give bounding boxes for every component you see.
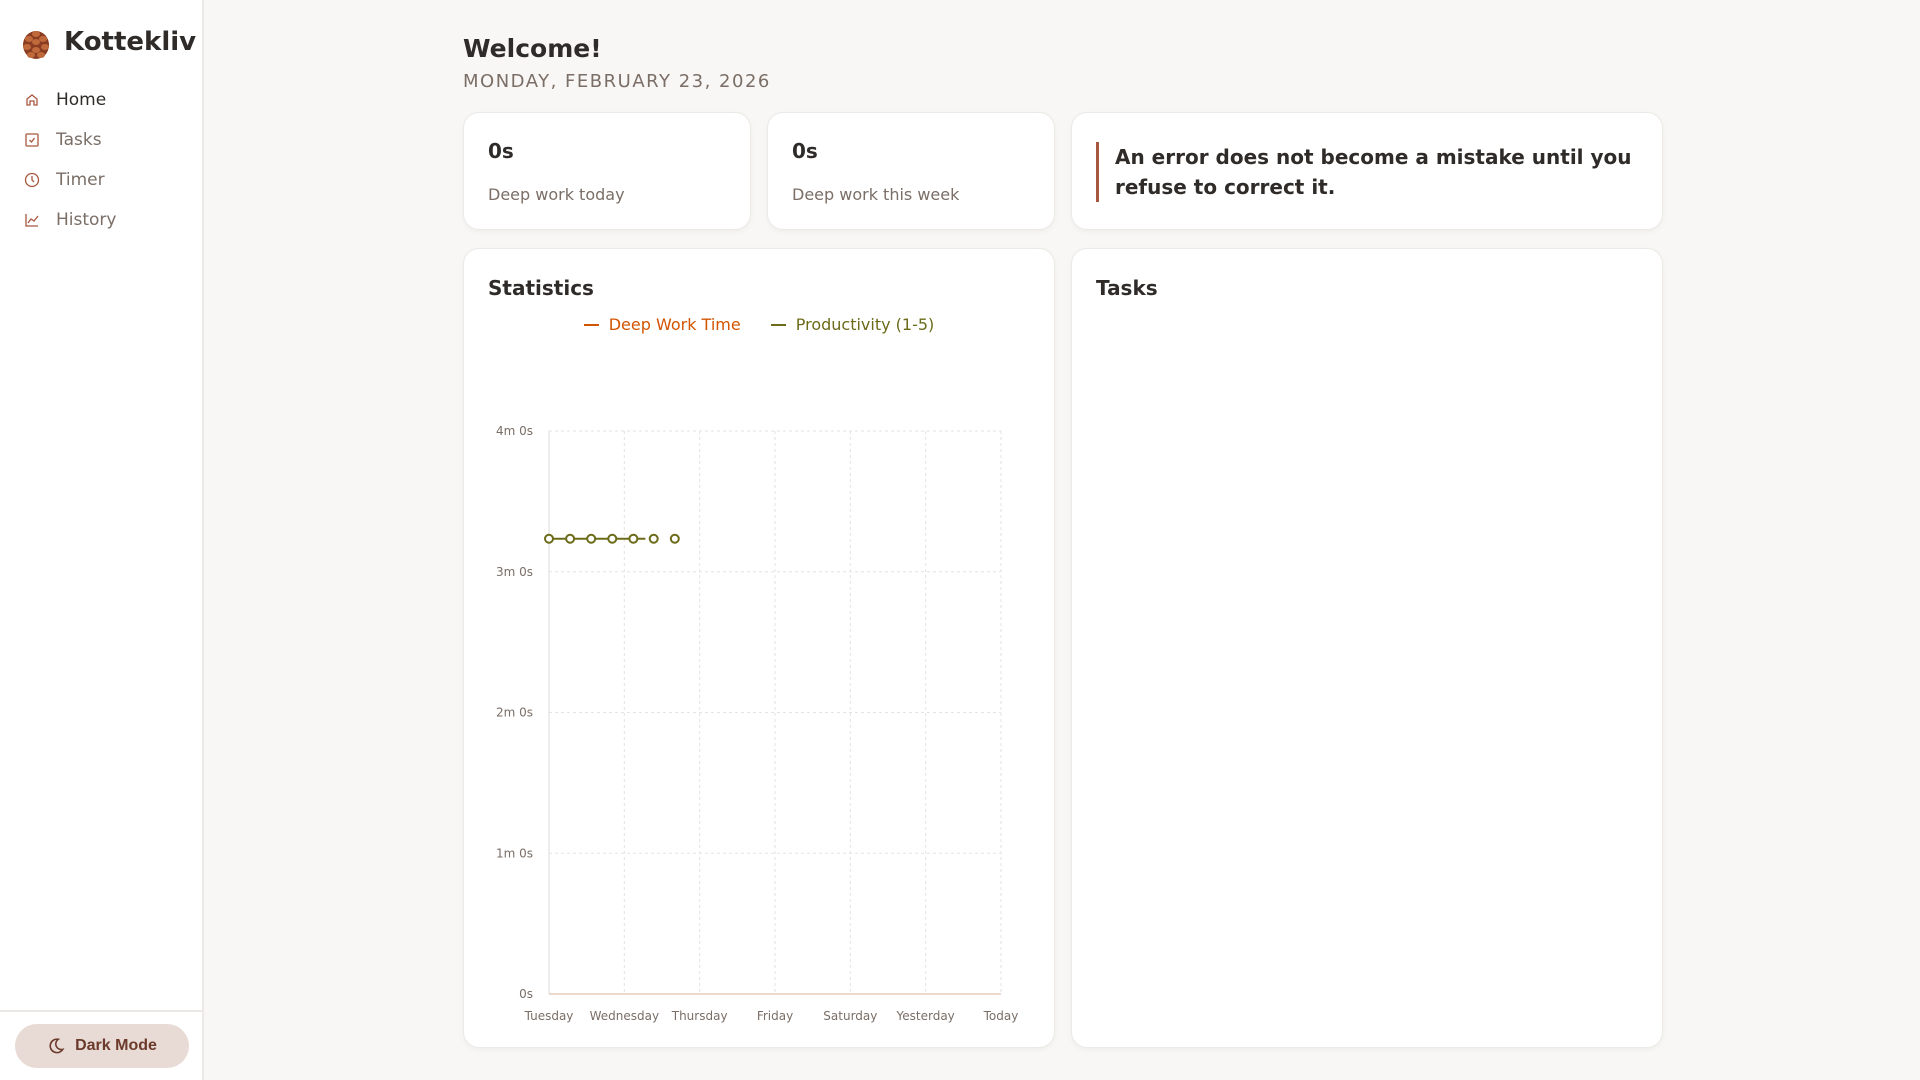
stat-value: 0s bbox=[792, 139, 818, 163]
moon-icon bbox=[49, 1038, 65, 1054]
y-tick-label: 4m 0s bbox=[496, 424, 533, 438]
page-title: Welcome! bbox=[463, 34, 602, 63]
x-tick-label: Thursday bbox=[671, 1009, 728, 1023]
sidebar-item-home[interactable]: Home bbox=[0, 80, 202, 120]
tasks-title: Tasks bbox=[1096, 276, 1158, 300]
pinecone-logo-icon bbox=[23, 31, 49, 59]
y-tick-label: 2m 0s bbox=[496, 706, 533, 720]
sidebar-nav: Home Tasks Timer History bbox=[0, 80, 202, 240]
chart-line-icon bbox=[25, 214, 39, 227]
productivity-point bbox=[565, 533, 576, 544]
current-date: MONDAY, FEBRUARY 23, 2026 bbox=[463, 71, 771, 92]
check-square-icon bbox=[25, 133, 39, 147]
sidebar-footer: Dark Mode bbox=[0, 1010, 202, 1080]
x-tick-label: Saturday bbox=[823, 1009, 877, 1023]
x-tick-label: Yesterday bbox=[896, 1009, 955, 1023]
y-tick-label: 1m 0s bbox=[496, 846, 533, 860]
stat-value: 0s bbox=[488, 139, 514, 163]
sidebar-item-label: Timer bbox=[56, 170, 105, 190]
statistics-card: Statistics Deep Work Time Productivity (… bbox=[463, 248, 1055, 1048]
sidebar-item-timer[interactable]: Timer bbox=[0, 160, 202, 200]
stat-card-week: 0s Deep work this week bbox=[767, 112, 1055, 230]
home-icon bbox=[26, 94, 38, 106]
stat-card-today: 0s Deep work today bbox=[463, 112, 751, 230]
dark-mode-label: Dark Mode bbox=[75, 1037, 157, 1054]
x-tick-label: Today bbox=[983, 1009, 1019, 1023]
productivity-point bbox=[648, 533, 659, 544]
productivity-point bbox=[628, 533, 639, 544]
quote-text: An error does not become a mistake until… bbox=[1096, 142, 1638, 202]
sidebar-item-label: Tasks bbox=[56, 130, 102, 150]
sidebar-item-tasks[interactable]: Tasks bbox=[0, 120, 202, 160]
sidebar-item-history[interactable]: History bbox=[0, 200, 202, 240]
productivity-point bbox=[607, 533, 618, 544]
clock-icon bbox=[24, 172, 40, 188]
sidebar: Kottekliv Home Tasks Timer History Dark … bbox=[0, 0, 204, 1080]
statistics-chart: 0s 1m 0s 2m 0s 3m 0s 4m 0s Tuesday Wednesday Th… bbox=[496, 424, 1019, 1023]
app-name: Kottekliv bbox=[64, 27, 197, 57]
x-tick-label: Tuesday bbox=[524, 1009, 574, 1023]
tasks-card: Tasks bbox=[1071, 248, 1663, 1048]
sidebar-item-label: Home bbox=[56, 90, 107, 110]
x-tick-label: Friday bbox=[757, 1009, 793, 1023]
dark-mode-button[interactable]: Dark Mode bbox=[15, 1024, 189, 1068]
stat-label: Deep work this week bbox=[792, 185, 960, 204]
x-tick-label: Wednesday bbox=[590, 1009, 659, 1023]
y-tick-label: 3m 0s bbox=[496, 565, 533, 579]
productivity-point bbox=[669, 533, 680, 544]
productivity-point bbox=[544, 533, 554, 544]
quote-card: An error does not become a mistake until… bbox=[1071, 112, 1663, 230]
sidebar-item-label: History bbox=[56, 210, 117, 230]
y-tick-label: 0s bbox=[519, 987, 533, 1001]
productivity-point bbox=[586, 533, 597, 544]
stat-label: Deep work today bbox=[488, 185, 625, 204]
